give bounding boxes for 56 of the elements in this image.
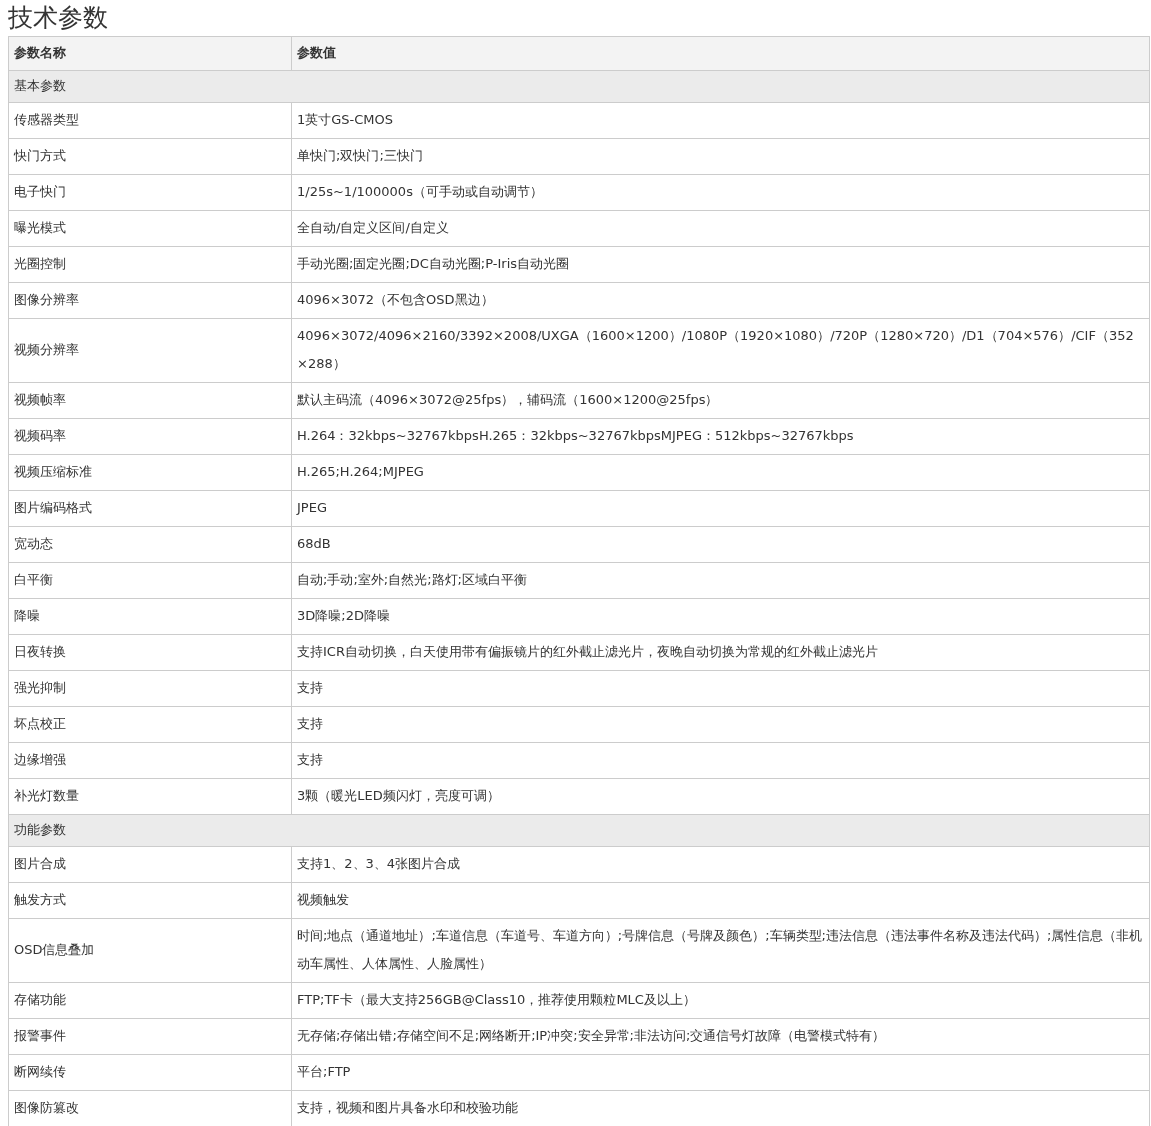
section-header: 功能参数 [8, 814, 1150, 847]
param-name-cell: 报警事件 [8, 1018, 292, 1055]
param-name-cell: 白平衡 [8, 562, 292, 599]
param-value-cell: 单快门;双快门;三快门 [291, 138, 1150, 175]
param-name-cell: 强光抑制 [8, 670, 292, 707]
param-value-cell: H.264：32kbps~32767kbpsH.265：32kbps~32767kbpsMJPEG：512kbps~32767kbps [291, 418, 1150, 455]
param-value-cell: 支持 [291, 742, 1150, 779]
param-value-cell: JPEG [291, 490, 1150, 527]
param-name-cell: 宽动态 [8, 526, 292, 563]
param-value-cell: 支持 [291, 706, 1150, 743]
param-value-cell: 3D降噪;2D降噪 [291, 598, 1150, 635]
param-name-cell: 补光灯数量 [8, 778, 292, 815]
param-name-cell: 存储功能 [8, 982, 292, 1019]
param-value-cell: 支持1、2、3、4张图片合成 [291, 846, 1150, 883]
param-value-cell: 3颗（暖光LED频闪灯，亮度可调） [291, 778, 1150, 815]
param-name-cell: 视频帧率 [8, 382, 292, 419]
param-value-cell: 默认主码流（4096×3072@25fps），辅码流（1600×1200@25fps） [291, 382, 1150, 419]
param-name-cell: 降噪 [8, 598, 292, 635]
param-value-cell: 手动光圈;固定光圈;DC自动光圈;P-Iris自动光圈 [291, 246, 1150, 283]
param-value-cell: 68dB [291, 526, 1150, 563]
param-value-cell: 4096×3072/4096×2160/3392×2008/UXGA（1600×1200）/1080P（1920×1080）/720P（1280×720）/D1（704×576）/CIF（352×288） [291, 318, 1150, 383]
param-name-cell: 电子快门 [8, 174, 292, 211]
param-value-cell: 4096×3072（不包含OSD黑边） [291, 282, 1150, 319]
param-value-cell: 时间;地点（通道地址）;车道信息（车道号、车道方向）;号牌信息（号牌及颜色）;车辆类型;违法信息（违法事件名称及违法代码）;属性信息（非机动车属性、人体属性、人脸属性） [291, 918, 1150, 983]
param-value-cell: 1英寸GS-CMOS [291, 102, 1150, 139]
param-value-cell: 无存储;存储出错;存储空间不足;网络断开;IP冲突;安全异常;非法访问;交通信号灯故障（电警模式特有） [291, 1018, 1150, 1055]
param-name-cell: 视频码率 [8, 418, 292, 455]
param-name-cell: 图片合成 [8, 846, 292, 883]
param-name-cell: 日夜转换 [8, 634, 292, 671]
param-name-cell: 图像防篡改 [8, 1090, 292, 1126]
param-name-cell: 触发方式 [8, 882, 292, 919]
column-header: 参数值 [291, 36, 1150, 71]
param-value-cell: 自动;手动;室外;自然光;路灯;区域白平衡 [291, 562, 1150, 599]
param-value-cell: 1/25s~1/100000s（可手动或自动调节） [291, 174, 1150, 211]
param-name-cell: 图片编码格式 [8, 490, 292, 527]
param-name-cell: 传感器类型 [8, 102, 292, 139]
param-name-cell: 快门方式 [8, 138, 292, 175]
param-value-cell: 平台;FTP [291, 1054, 1150, 1091]
param-value-cell: FTP;TF卡（最大支持256GB@Class10，推荐使用颗粒MLC及以上） [291, 982, 1150, 1019]
param-value-cell: 支持ICR自动切换，白天使用带有偏振镜片的红外截止滤光片，夜晚自动切换为常规的红外截止滤光片 [291, 634, 1150, 671]
param-name-cell: 视频分辨率 [8, 318, 292, 383]
param-name-cell: 光圈控制 [8, 246, 292, 283]
section-header: 基本参数 [8, 70, 1150, 103]
param-value-cell: 全自动/自定义区间/自定义 [291, 210, 1150, 247]
column-header: 参数名称 [8, 36, 292, 71]
page-title: 技术参数 [8, 2, 108, 34]
param-name-cell: 断网续传 [8, 1054, 292, 1091]
param-value-cell: H.265;H.264;MJPEG [291, 454, 1150, 491]
param-value-cell: 支持 [291, 670, 1150, 707]
param-name-cell: 曝光模式 [8, 210, 292, 247]
param-name-cell: 视频压缩标准 [8, 454, 292, 491]
param-value-cell: 视频触发 [291, 882, 1150, 919]
param-name-cell: 边缘增强 [8, 742, 292, 779]
param-name-cell: 图像分辨率 [8, 282, 292, 319]
param-name-cell: 坏点校正 [8, 706, 292, 743]
param-name-cell: OSD信息叠加 [8, 918, 292, 983]
